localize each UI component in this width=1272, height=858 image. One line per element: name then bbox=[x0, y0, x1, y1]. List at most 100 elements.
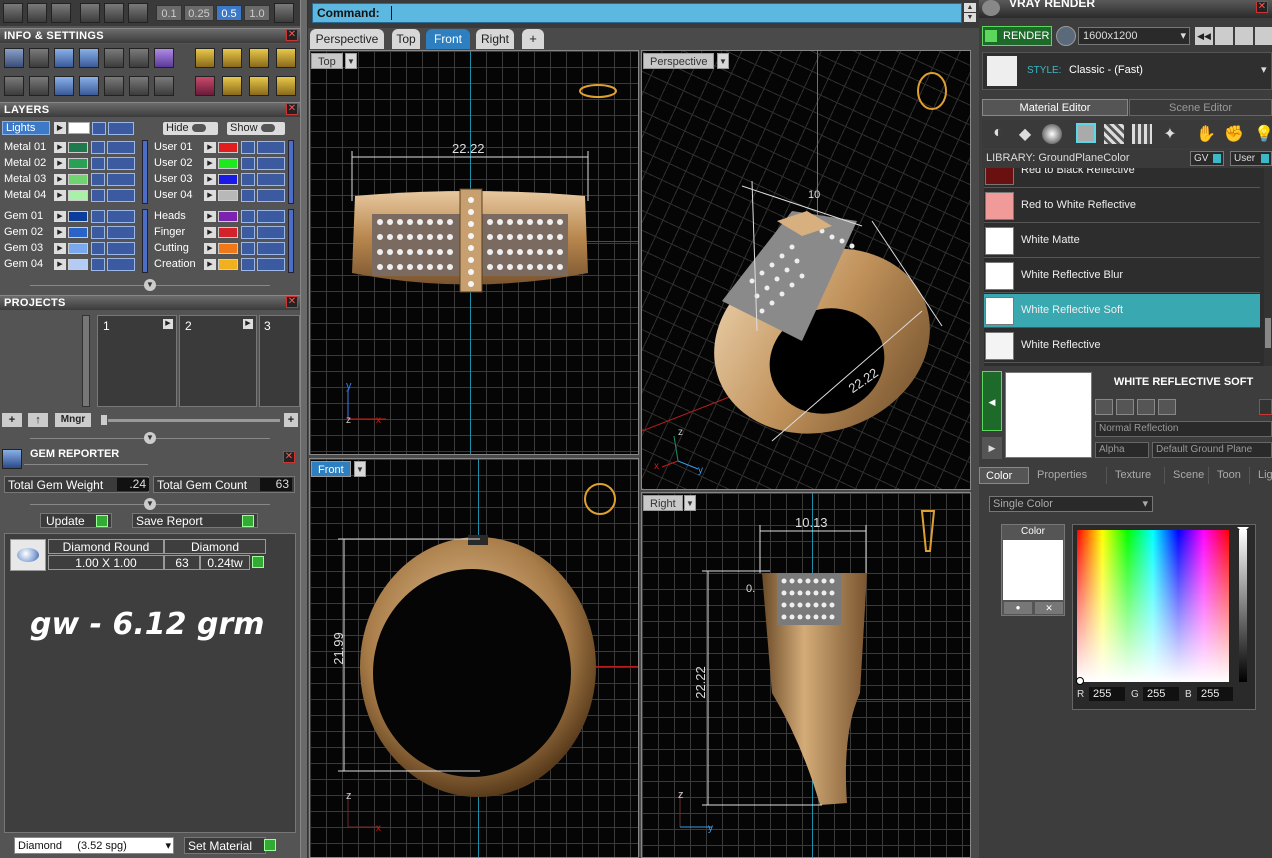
pattern-icon[interactable] bbox=[1132, 124, 1152, 144]
chevron-down-icon[interactable]: ▼ bbox=[684, 495, 696, 511]
lights-color-swatch[interactable] bbox=[68, 122, 90, 134]
layer-color-swatch[interactable] bbox=[68, 190, 88, 201]
visibility-toggle[interactable] bbox=[257, 226, 285, 239]
viewport-right[interactable]: z y 10.13 22.22 0. Right ▼ bbox=[641, 492, 971, 858]
play-icon[interactable]: ▶ bbox=[243, 319, 253, 329]
panel-splitter[interactable] bbox=[300, 0, 308, 858]
layer-color-swatch[interactable] bbox=[218, 227, 238, 238]
color-picker-handle[interactable] bbox=[1076, 677, 1084, 685]
sphere-icon[interactable] bbox=[1042, 124, 1062, 144]
color-gradient-field[interactable] bbox=[1077, 530, 1229, 682]
lock-icon[interactable] bbox=[91, 258, 105, 271]
play-icon[interactable]: ▶ bbox=[54, 259, 66, 270]
layer-color-swatch[interactable] bbox=[68, 142, 88, 153]
tab-properties[interactable]: Properties bbox=[1031, 467, 1107, 484]
visibility-toggle[interactable] bbox=[257, 210, 285, 223]
filter-icon[interactable] bbox=[104, 76, 124, 96]
user-toggle[interactable]: User bbox=[1230, 151, 1272, 166]
layer-color-swatch[interactable] bbox=[218, 190, 238, 201]
material-item[interactable]: Red to Black Reflective bbox=[984, 168, 1260, 188]
export-icon[interactable] bbox=[1137, 399, 1155, 415]
scroll-up-icon[interactable]: ▲ bbox=[964, 3, 976, 12]
layer-scroll-right-2[interactable] bbox=[288, 209, 294, 273]
layer-color-swatch[interactable] bbox=[68, 211, 88, 222]
lock-icon[interactable] bbox=[92, 122, 106, 135]
drop-icon[interactable]: ◐ bbox=[988, 124, 1008, 144]
material-item[interactable]: White Matte bbox=[984, 224, 1260, 258]
layer-color-swatch[interactable] bbox=[218, 142, 238, 153]
play-icon[interactable]: ▶ bbox=[204, 174, 216, 185]
globe-icon[interactable] bbox=[54, 76, 74, 96]
lock-icon[interactable] bbox=[241, 226, 255, 239]
project-slot-1[interactable]: 1 ▶ bbox=[97, 315, 177, 407]
visibility-toggle[interactable] bbox=[107, 173, 135, 186]
viewport-label-perspective[interactable]: Perspective bbox=[643, 53, 715, 69]
move-icon[interactable] bbox=[249, 48, 269, 68]
collapse-left-icon[interactable]: ◀ bbox=[982, 371, 1002, 431]
viewport-front[interactable]: z x 21.99 Front ▼ bbox=[309, 458, 639, 858]
import-icon[interactable] bbox=[1158, 399, 1176, 415]
layer-row-user-01[interactable]: User 01 ▶ bbox=[152, 140, 286, 155]
layer-row-user-04[interactable]: User 04 ▶ bbox=[152, 188, 286, 203]
chevron-down-icon[interactable]: ▼ bbox=[345, 53, 357, 69]
close-icon[interactable]: ✕ bbox=[286, 29, 298, 41]
pen-icon[interactable] bbox=[51, 3, 71, 23]
visibility-toggle[interactable] bbox=[257, 173, 285, 186]
material-select[interactable]: Diamond (3.52 spg) ▾ bbox=[14, 837, 174, 854]
viewport-label-front[interactable]: Front bbox=[311, 461, 351, 477]
zoom-0.5[interactable]: 0.5 bbox=[216, 5, 242, 21]
visibility-toggle[interactable] bbox=[107, 210, 135, 223]
play-icon[interactable]: ▶ bbox=[204, 259, 216, 270]
camera-icon[interactable] bbox=[1056, 26, 1076, 46]
layer-row-gem-01[interactable]: Gem 01 ▶ bbox=[2, 209, 142, 224]
layer-color-swatch[interactable] bbox=[218, 243, 238, 254]
viewport-top[interactable]: y z x 22.22 Top ▼ bbox=[309, 50, 639, 455]
gem-icon[interactable]: ◆ bbox=[1015, 124, 1035, 144]
save-icon[interactable] bbox=[1095, 399, 1113, 415]
list-icon[interactable] bbox=[1235, 27, 1253, 45]
grid-snap-icon[interactable] bbox=[274, 3, 294, 23]
lock-icon[interactable] bbox=[91, 226, 105, 239]
screen-icon[interactable] bbox=[29, 76, 49, 96]
g-value-field[interactable]: 255 bbox=[1143, 687, 1179, 701]
layers-icon[interactable] bbox=[54, 48, 74, 68]
close-icon[interactable]: ✕ bbox=[283, 451, 295, 463]
lock-icon[interactable] bbox=[91, 242, 105, 255]
layer-color-swatch[interactable] bbox=[218, 259, 238, 270]
resolution-select[interactable]: 1600x1200 ▾ bbox=[1078, 27, 1190, 45]
visibility-toggle[interactable] bbox=[107, 226, 135, 239]
alpha-select[interactable]: Default Ground Plane bbox=[1152, 442, 1272, 458]
lock-icon[interactable] bbox=[241, 189, 255, 202]
lock-icon[interactable] bbox=[241, 141, 255, 154]
play-icon[interactable]: ▶ bbox=[54, 211, 66, 222]
layer-color-swatch[interactable] bbox=[218, 211, 238, 222]
chevron-down-icon[interactable]: ▼ bbox=[354, 461, 366, 477]
lock-icon[interactable] bbox=[91, 189, 105, 202]
zoom-0.25[interactable]: 0.25 bbox=[184, 5, 214, 21]
snap-grid-icon[interactable] bbox=[80, 3, 100, 23]
alpha-field[interactable]: Alpha bbox=[1095, 442, 1149, 458]
layer-row-metal-02[interactable]: Metal 02 ▶ bbox=[2, 156, 142, 171]
transform-icon[interactable] bbox=[222, 48, 242, 68]
layer-color-swatch[interactable] bbox=[68, 158, 88, 169]
hand-icon[interactable]: ✋ bbox=[1196, 124, 1216, 144]
layer-color-swatch[interactable] bbox=[68, 259, 88, 270]
material-item[interactable]: White Reflective bbox=[984, 329, 1260, 363]
play-icon[interactable]: ▶ bbox=[204, 227, 216, 238]
visibility-toggle[interactable] bbox=[107, 189, 135, 202]
layer-row-gem-02[interactable]: Gem 02 ▶ bbox=[2, 225, 142, 240]
visibility-toggle[interactable] bbox=[107, 258, 135, 271]
tab-material-editor[interactable]: Material Editor bbox=[982, 99, 1128, 116]
light-icon[interactable]: 💡 bbox=[1254, 124, 1272, 144]
visibility-toggle[interactable] bbox=[107, 242, 135, 255]
layer-lights[interactable]: Lights bbox=[2, 121, 50, 135]
visibility-toggle[interactable] bbox=[108, 122, 134, 135]
slider-handle[interactable] bbox=[100, 414, 108, 426]
document-icon[interactable] bbox=[104, 48, 124, 68]
play-icon[interactable]: ▶ bbox=[54, 227, 66, 238]
material-item[interactable]: Red to White Reflective bbox=[984, 189, 1260, 223]
layer-scroll-right[interactable] bbox=[288, 140, 294, 204]
play-icon[interactable] bbox=[264, 839, 276, 851]
layer-row-finger[interactable]: Finger ▶ bbox=[152, 225, 286, 240]
windows-icon[interactable] bbox=[4, 76, 24, 96]
